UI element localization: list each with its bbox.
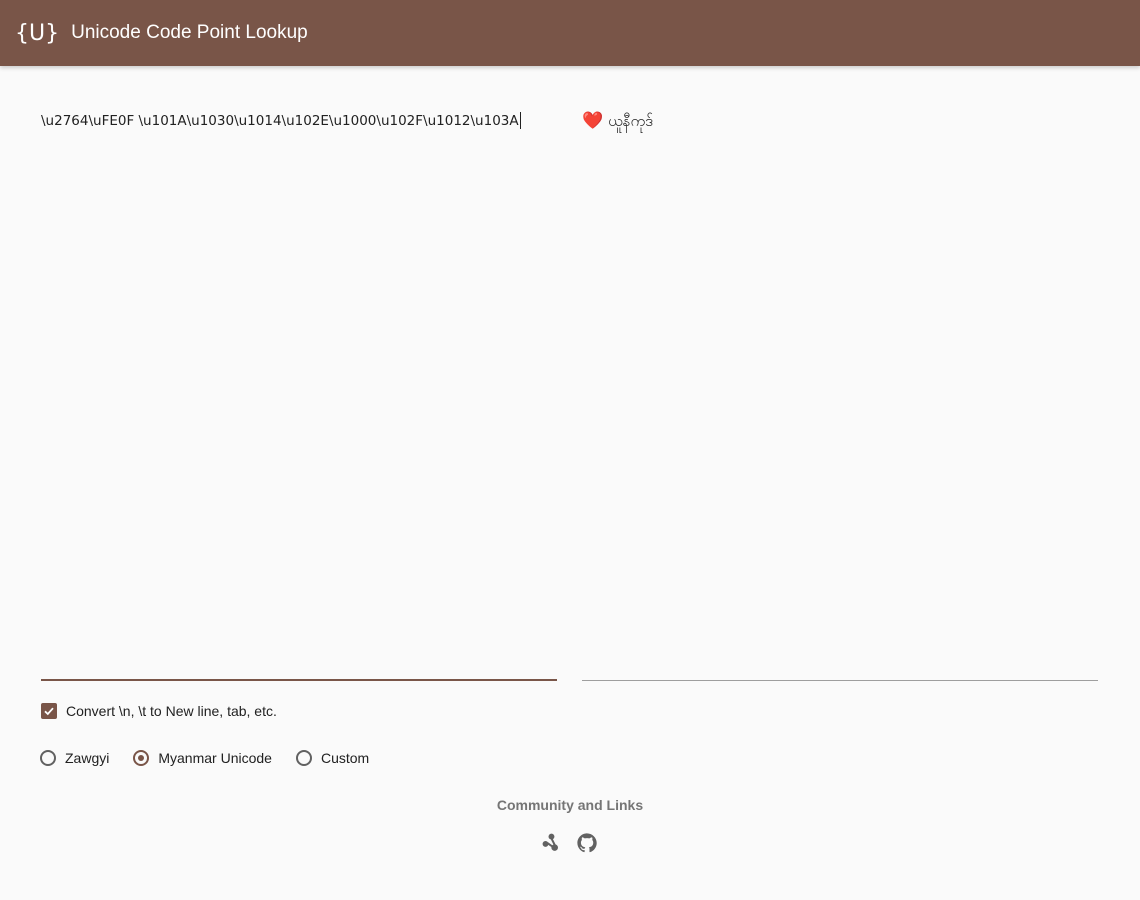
radio-custom-label: Custom <box>320 750 370 766</box>
output-underline <box>582 680 1098 681</box>
input-underline <box>41 679 557 681</box>
app-logo: {U} <box>15 20 60 46</box>
font-mode-radio-group: Zawgyi Myanmar Unicode Custom <box>40 750 393 766</box>
input-value: \u2764\uFE0F \u101A\u1030\u1014\u102E\u1… <box>41 113 519 129</box>
convert-escapes-option[interactable]: Convert \n, \t to New line, tab, etc. <box>41 703 277 719</box>
github-icon <box>577 833 597 853</box>
radio-myanmar-unicode-button[interactable] <box>133 750 150 766</box>
text-output[interactable]: ❤️ ယူနီကုဒ် <box>582 110 1098 681</box>
github-link[interactable] <box>576 832 598 854</box>
convert-escapes-checkbox[interactable] <box>41 703 57 719</box>
output-content: ❤️ ယူနီကုဒ် <box>582 110 1098 132</box>
checkmark-icon <box>44 707 54 716</box>
text-cursor <box>519 112 521 130</box>
community-icon <box>542 833 558 851</box>
radio-custom[interactable]: Custom <box>295 750 370 766</box>
footer-title: Community and Links <box>496 797 644 813</box>
radio-zawgyi[interactable]: Zawgyi <box>40 750 109 766</box>
footer-links <box>540 832 598 854</box>
radio-custom-button[interactable] <box>295 750 312 766</box>
radio-myanmar-unicode[interactable]: Myanmar Unicode <box>133 750 272 766</box>
radio-myanmar-unicode-label: Myanmar Unicode <box>158 750 272 766</box>
output-value: ယူနီကုဒ် <box>608 112 653 130</box>
radio-zawgyi-button[interactable] <box>40 750 56 766</box>
app-bar: {U} Unicode Code Point Lookup <box>0 0 1140 66</box>
community-link[interactable] <box>540 832 562 854</box>
code-point-input[interactable]: \u2764\uFE0F \u101A\u1030\u1014\u102E\u1… <box>41 110 557 681</box>
radio-zawgyi-label: Zawgyi <box>65 750 110 766</box>
app-title: Unicode Code Point Lookup <box>71 22 308 43</box>
convert-escapes-label: Convert \n, \t to New line, tab, etc. <box>66 703 277 719</box>
heart-emoji-icon: ❤️ <box>582 111 604 131</box>
